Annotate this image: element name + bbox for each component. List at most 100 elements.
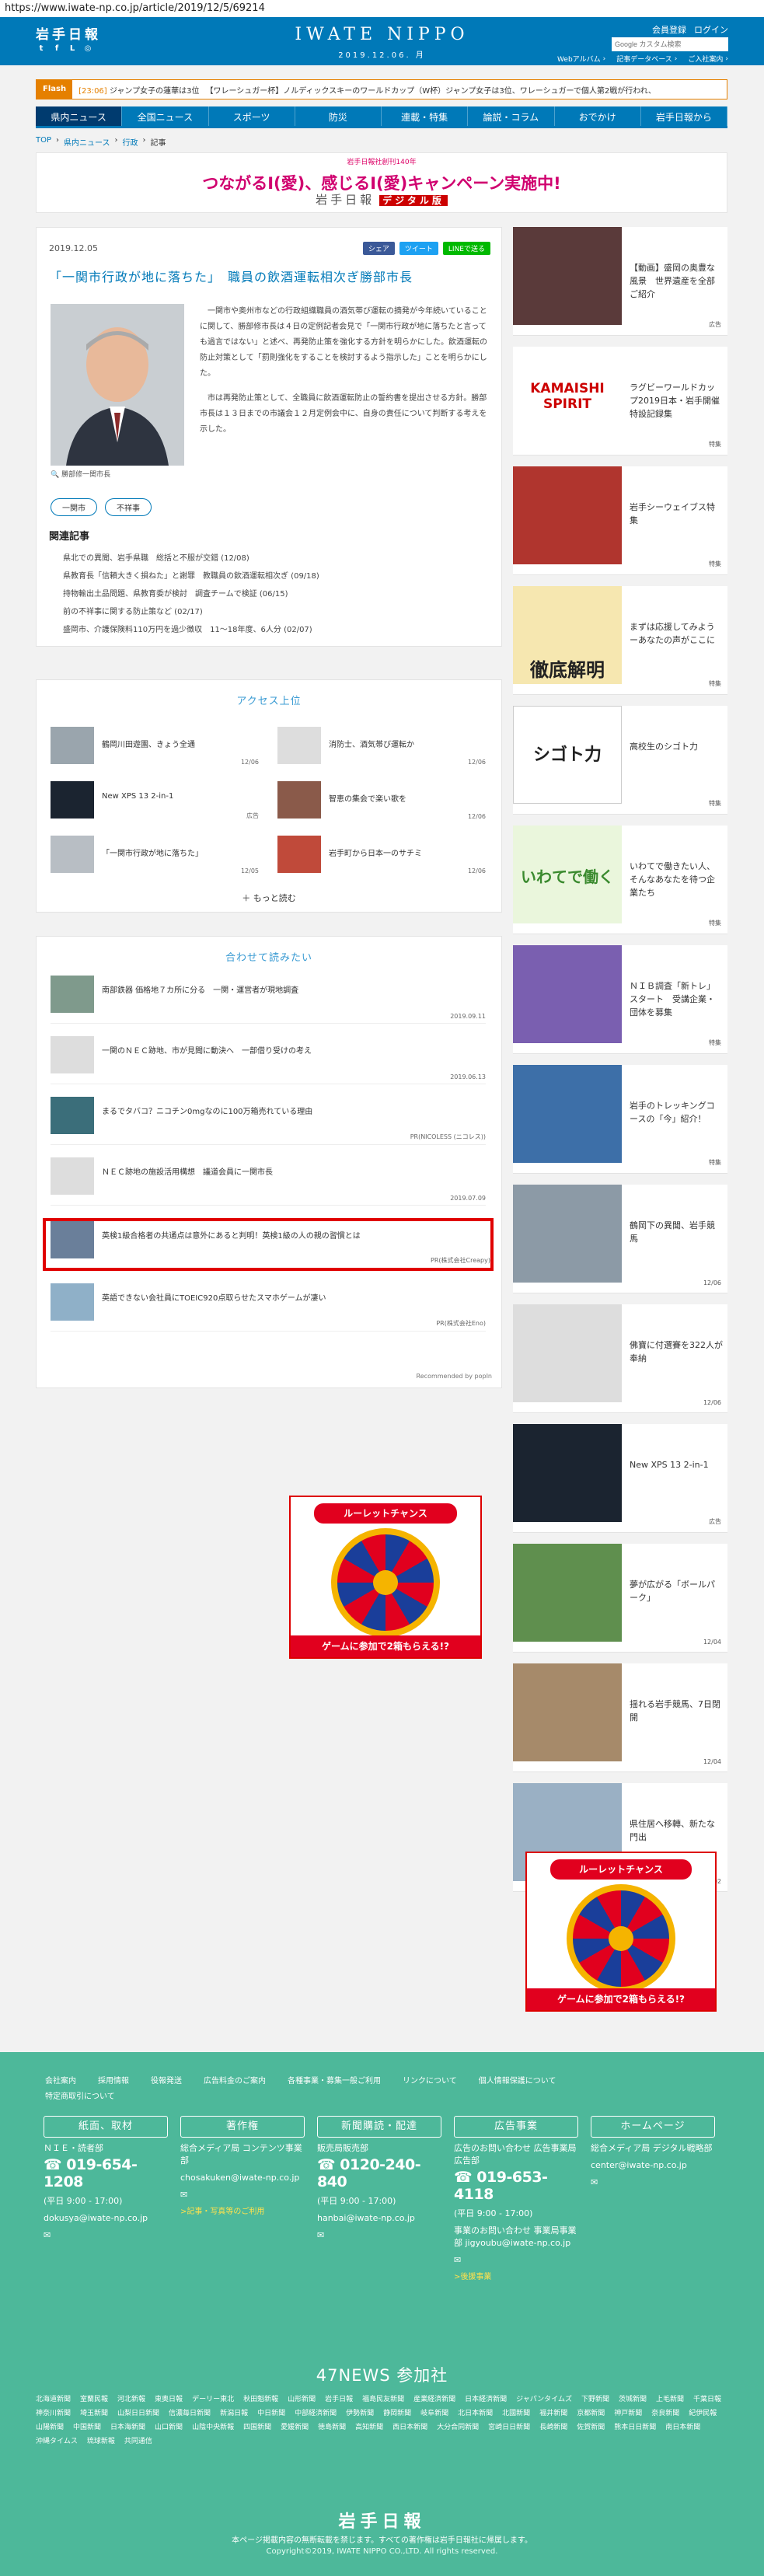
footer-link[interactable]: 採用情報 [98,2074,129,2089]
member-paper-link[interactable]: 愛媛新聞 [281,2422,309,2433]
member-paper-link[interactable]: 奈良新聞 [651,2408,679,2419]
header-nav-database[interactable]: 記事データベース › [616,54,677,65]
member-paper-link[interactable]: 東奥日報 [155,2394,183,2405]
member-paper-link[interactable]: 紀伊民報 [689,2408,717,2419]
sidebar-item[interactable]: 鶴岡下の異聞、岩手競馬 12/06 [513,1185,727,1293]
header-nav-recruit[interactable]: ご入社案内 › [688,54,728,65]
member-paper-link[interactable]: 西日本新聞 [392,2422,427,2433]
footer-link[interactable]: リンクについて [403,2074,457,2089]
access-item[interactable]: 鶴岡川田遊園、きょう全通 12/06 [51,727,259,766]
member-paper-link[interactable]: デーリー東北 [192,2394,234,2405]
gnav-columns[interactable]: 論説・コラム [468,106,555,126]
mail-icon[interactable]: ✉ [180,2189,305,2201]
usage-link[interactable]: >記事・写真等のご利用 [180,2206,305,2218]
breadcrumb-top[interactable]: TOP [36,136,51,148]
member-paper-link[interactable]: 山陽新聞 [36,2422,64,2433]
tag-scandal[interactable]: 不祥事 [105,498,152,516]
mail-link[interactable]: chosakuken@iwate-np.co.jp [180,2172,305,2184]
gnav-features[interactable]: 連載・特集 [382,106,469,126]
member-paper-link[interactable]: 佐賀新聞 [577,2422,605,2433]
footer-link[interactable]: 各種事業・募集一般ご利用 [288,2074,381,2089]
search-input[interactable] [612,37,728,51]
recommend-item[interactable]: ＮＥＣ跡地の施設活用構想 議道会員に一関市長 2019.07.09 [51,1157,486,1206]
member-paper-link[interactable]: ジャパンタイムズ [516,2394,572,2405]
member-paper-link[interactable]: 千葉日報 [693,2394,721,2405]
footer-link[interactable]: 役報発送 [151,2074,182,2089]
member-paper-link[interactable]: 北國新聞 [502,2408,530,2419]
sidebar-item[interactable]: 徹底解明 まずは応援してみようーあなたの声がここに 特集 [513,586,727,695]
roulette-ad-sidebar[interactable]: ルーレットチャンス ゲームに参加で2箱もらえる!? [525,1852,717,2012]
footer-link[interactable]: 会社案内 [45,2074,76,2089]
mail-link[interactable]: hanbai@iwate-np.co.jp [317,2212,441,2225]
mail-icon[interactable]: ✉ [454,2254,578,2267]
member-paper-link[interactable]: 神奈川新聞 [36,2408,71,2419]
contact-button[interactable]: 広告事業 [454,2116,578,2138]
recommend-item[interactable]: 英語できない会社員にTOEIC920点取らせたスマホゲームが凄い PR(株式会社E… [51,1283,486,1332]
header-nav-album[interactable]: Webアルバム › [557,54,605,65]
mail-icon[interactable]: ✉ [591,2176,715,2189]
phone-number[interactable]: ☎ 019-654-1208 [44,2156,168,2190]
mail-link[interactable]: center@iwate-np.co.jp [591,2159,715,2172]
twitter-share-button[interactable]: ツイート [399,242,438,255]
member-paper-link[interactable]: 山口新聞 [155,2422,183,2433]
member-paper-link[interactable]: 大分合同新聞 [437,2422,479,2433]
gnav-local-news[interactable]: 県内ニュース [36,106,123,126]
sidebar-item[interactable]: 岩手シーウェイブス特集 特集 [513,466,727,575]
mail-link[interactable]: dokusya@iwate-np.co.jp [44,2212,168,2225]
phone-number[interactable]: ☎ 0120-240-840 [317,2156,441,2190]
footer-link[interactable]: 広告料金のご案内 [204,2074,266,2089]
facebook-share-button[interactable]: シェア [362,242,395,255]
contact-button[interactable]: 著作権 [180,2116,305,2138]
member-paper-link[interactable]: 山形新聞 [288,2394,316,2405]
related-item[interactable]: 県教育長「信頼大きく損ねた」と謝罪 教職員の飲酒運転相次ぎ (09/18) [63,567,319,585]
mail-icon[interactable]: ✉ [317,2229,441,2242]
member-paper-link[interactable]: 宮崎日日新聞 [488,2422,530,2433]
ticker-item[interactable]: 【ワレーシュガー杯】ノルディックスキーのワールドカップ（W杯）ジャンプ女子は3位… [199,84,655,96]
member-paper-link[interactable]: 長崎新聞 [539,2422,567,2433]
member-paper-link[interactable]: 日本海新聞 [110,2422,145,2433]
footer-link[interactable]: 個人情報保護について [479,2074,556,2089]
footer-link[interactable]: 特定商取引について [45,2089,115,2105]
member-paper-link[interactable]: 下野新聞 [581,2394,609,2405]
member-paper-link[interactable]: 山梨日日新聞 [117,2408,159,2419]
member-paper-link[interactable]: 中日新聞 [257,2408,285,2419]
member-paper-link[interactable]: 埼玉新聞 [80,2408,108,2419]
member-link[interactable]: 会員登録 [652,23,686,36]
access-item[interactable]: New XPS 13 2-in-1 広告 [51,781,259,820]
member-paper-link[interactable]: 新潟日報 [220,2408,248,2419]
gnav-outing[interactable]: おでかけ [555,106,641,126]
contact-button[interactable]: 紙面、取材 [44,2116,168,2138]
sponsor-link[interactable]: >後援事業 [454,2271,578,2284]
access-item[interactable]: 岩手町から日本一のサチミ 12/06 [277,836,486,874]
gnav-disaster[interactable]: 防災 [295,106,382,126]
sidebar-item[interactable]: 【動画】盛岡の奥豊な風景 世界遺産を全部ご紹介 広告 [513,227,727,336]
member-paper-link[interactable]: 北日本新聞 [458,2408,493,2419]
access-item[interactable]: 「一関市行政が地に落ちた」 12/05 [51,836,259,874]
recommend-item[interactable]: まるでタバコ？ニコチン0mgなのに100万箱売れている理由 PR(NICOLESS… [51,1097,486,1145]
ticker-item[interactable]: [23:06] ジャンプ女子の蓮華は3位 [72,84,199,96]
member-paper-link[interactable]: 徳島新聞 [318,2422,346,2433]
sidebar-item[interactable]: ＮＩＢ調査「新トレ」スタート 受講企業・団体を募集 特集 [513,945,727,1054]
member-paper-link[interactable]: 中国新聞 [73,2422,101,2433]
member-paper-link[interactable]: 信濃毎日新聞 [169,2408,211,2419]
member-paper-link[interactable]: 秋田魁新報 [243,2394,278,2405]
mail-icon[interactable]: ✉ [44,2229,168,2242]
roulette-ad[interactable]: ルーレットチャンス ゲームに参加で2箱もらえる!? [289,1496,482,1659]
related-item[interactable]: 盛岡市、介護保険料110万円を過少徴収 11～18年度、6人分 (02/07) [63,621,319,639]
article-photo[interactable] [51,304,184,466]
member-paper-link[interactable]: 北海道新聞 [36,2394,71,2405]
sidebar-item[interactable]: New XPS 13 2-in-1 広告 [513,1424,727,1533]
member-paper-link[interactable]: 茨城新聞 [619,2394,647,2405]
login-link[interactable]: ログイン [694,23,728,36]
sidebar-item[interactable]: いわてで働く いわてで働きたい人、そんなあなたを待つ企業たち 特集 [513,826,727,934]
contact-button[interactable]: ホームページ [591,2116,715,2138]
sidebar-item[interactable]: 揺れる岩手競馬、7日閉開 12/04 [513,1663,727,1772]
tag-ichinoseki[interactable]: 一関市 [51,498,97,516]
sidebar-item[interactable]: 佛寶に付選賽を322人が奉納 12/06 [513,1304,727,1413]
member-paper-link[interactable]: 上毛新聞 [656,2394,684,2405]
recommend-item-highlighted[interactable]: 英検1級合格者の共通点は意外にあると判明！英検1級の人の親の習慣とは PR(株式会… [43,1218,494,1271]
member-paper-link[interactable]: 河北新報 [117,2394,145,2405]
member-paper-link[interactable]: 伊勢新聞 [346,2408,374,2419]
recommend-item[interactable]: 南部鉄器 価格地７カ所に分る 一関・運営者が現地調査 2019.09.11 [51,976,486,1024]
member-paper-link[interactable]: 四国新聞 [243,2422,271,2433]
